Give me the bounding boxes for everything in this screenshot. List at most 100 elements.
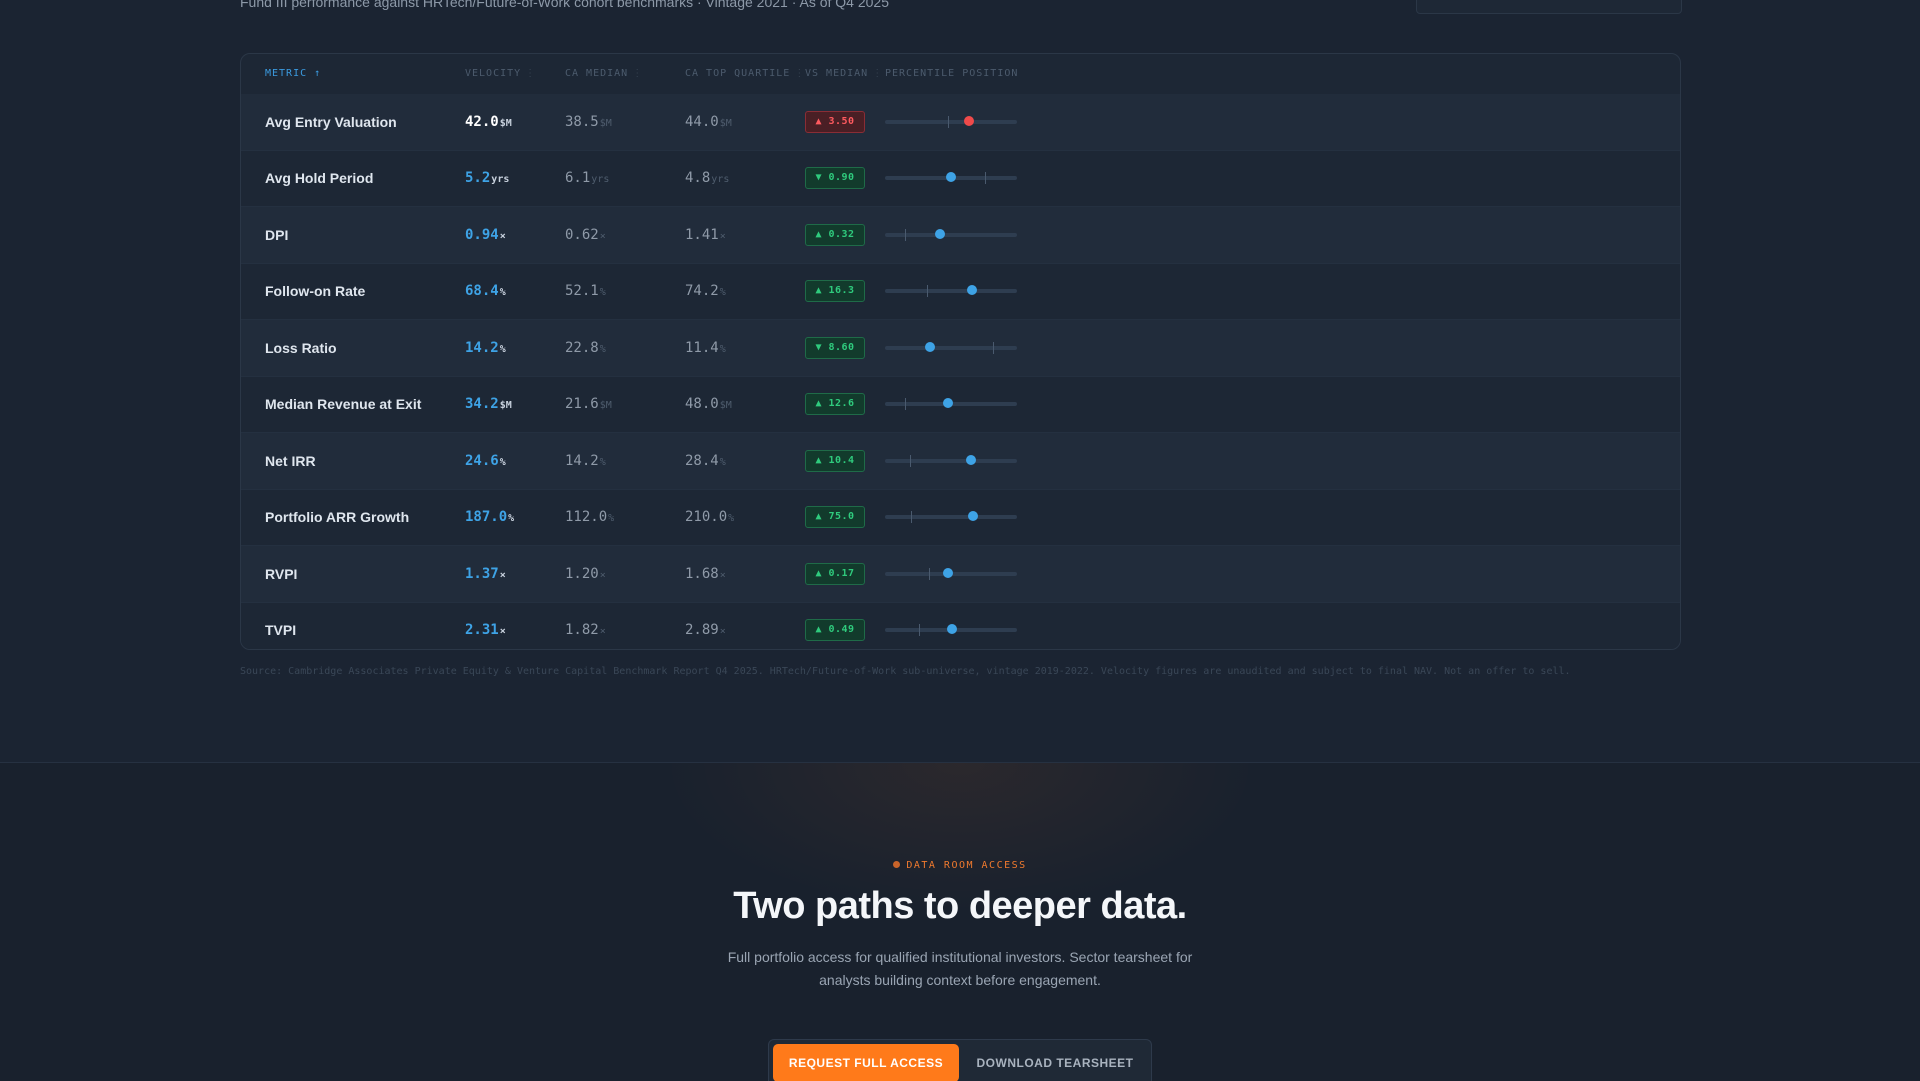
dot-icon <box>893 861 901 868</box>
median-marker <box>927 285 928 298</box>
delta-badge: ▲ 0.17 <box>805 562 865 585</box>
metric-name: Median Revenue at Exit <box>265 396 422 413</box>
vs-median-cell: ▲ 0.49 <box>805 619 865 642</box>
ca-median-value: 1.20× <box>565 565 606 582</box>
median-marker <box>910 454 911 467</box>
fund-position-dot <box>943 398 953 409</box>
column-header-metric[interactable]: METRIC ↑ <box>265 68 321 79</box>
source-note: Source: Cambridge Associates Private Equ… <box>240 666 1571 677</box>
table-row[interactable]: RVPI 1.37× 1.20× 1.68× ▲ 0.17 <box>241 546 1680 603</box>
benchmark-section: Fund III performance against HRTech/Futu… <box>0 0 1920 762</box>
velocity-value: 42.0$M <box>465 113 512 130</box>
ca-median-value: 21.6$M <box>565 396 612 413</box>
delta-badge: ▲ 0.49 <box>805 619 865 642</box>
percentile-track <box>885 289 1017 294</box>
velocity-value: 24.6% <box>465 452 506 469</box>
vs-median-cell: ▲ 10.4 <box>805 449 865 472</box>
table-body: Avg Entry Valuation 42.0$M 38.5$M 44.0$M ▲ 3… <box>241 94 1680 649</box>
ca-median-value: 38.5$M <box>565 113 612 130</box>
ca-median-value: 22.8% <box>565 339 606 356</box>
median-marker <box>905 398 906 411</box>
vs-median-cell: ▲ 16.3 <box>805 280 865 303</box>
table-row[interactable]: DPI 0.94× 0.62× 1.41× ▲ 0.32 <box>241 207 1680 264</box>
percentile-track <box>885 119 1017 124</box>
ca-median-value: 14.2% <box>565 452 606 469</box>
download-tearsheet-button[interactable]: DOWNLOAD TEARSHEET <box>963 1044 1147 1081</box>
metric-name: Net IRR <box>265 452 316 469</box>
metric-name: Portfolio ARR Growth <box>265 509 410 526</box>
delta-badge: ▲ 12.6 <box>805 393 865 416</box>
request-full-access-button[interactable]: REQUEST FULL ACCESS <box>773 1044 959 1081</box>
ca-top-quartile-value: 48.0$M <box>685 396 732 413</box>
ca-median-value: 0.62× <box>565 226 606 243</box>
fund-position-dot <box>943 567 953 578</box>
table-row[interactable]: Follow-on Rate 68.4% 52.1% 74.2% ▲ 16.3 <box>241 263 1680 320</box>
delta-badge: ▲ 16.3 <box>805 280 865 303</box>
median-marker <box>905 228 906 241</box>
vs-median-cell: ▼ 0.90 <box>805 167 865 190</box>
velocity-value: 14.2% <box>465 339 506 356</box>
median-marker <box>911 511 912 524</box>
delta-badge: ▼ 0.90 <box>805 167 865 190</box>
vs-median-cell: ▲ 3.50 <box>805 110 865 133</box>
column-header-ca-median[interactable]: CA MEDIAN ⋮ <box>565 68 643 79</box>
table-header: METRIC ↑ VELOCITY ⋮ CA MEDIAN ⋮ CA TOP QUA… <box>241 54 1680 95</box>
table-row[interactable]: Loss Ratio 14.2% 22.8% 11.4% ▼ 8.60 <box>241 320 1680 377</box>
table-row[interactable]: Avg Hold Period 5.2yrs 6.1yrs 4.8yrs ▼ 0.90 <box>241 150 1680 207</box>
ca-top-quartile-value: 2.89× <box>685 622 726 639</box>
table-row[interactable]: Net IRR 24.6% 14.2% 28.4% ▲ 10.4 <box>241 433 1680 490</box>
delta-badge: ▼ 8.60 <box>805 336 865 359</box>
percentile-position-bar <box>885 454 1017 468</box>
fund-position-dot <box>966 454 976 465</box>
median-marker <box>993 341 994 354</box>
metric-name: RVPI <box>265 565 298 582</box>
fund-position-dot <box>947 624 957 635</box>
percentile-position-bar <box>885 228 1017 242</box>
metric-name: Loss Ratio <box>265 339 337 356</box>
column-header-vs-median[interactable]: VS MEDIAN ⋮ <box>805 68 883 79</box>
cta-button-group: REQUEST FULL ACCESS DOWNLOAD TEARSHEET <box>768 1039 1152 1081</box>
percentile-position-bar <box>885 510 1017 524</box>
fund-position-dot <box>968 511 978 522</box>
metric-name: Follow-on Rate <box>265 283 366 300</box>
table-row[interactable]: Portfolio ARR Growth 187.0% 112.0% 210.0% ▲ … <box>241 489 1680 546</box>
ca-median-value: 6.1yrs <box>565 170 610 187</box>
delta-badge: ▲ 10.4 <box>805 449 865 472</box>
top-right-control[interactable] <box>1416 0 1682 14</box>
fund-position-dot <box>964 115 974 126</box>
table-row[interactable]: Avg Entry Valuation 42.0$M 38.5$M 44.0$M ▲ 3… <box>241 94 1680 151</box>
metric-name: Avg Hold Period <box>265 170 374 187</box>
vs-median-cell: ▲ 0.32 <box>805 223 865 246</box>
percentile-position-bar <box>885 623 1017 637</box>
ca-top-quartile-value: 11.4% <box>685 339 726 356</box>
ca-top-quartile-value: 1.41× <box>685 226 726 243</box>
vs-median-cell: ▲ 12.6 <box>805 393 865 416</box>
metric-name: DPI <box>265 226 289 243</box>
fund-position-dot <box>935 228 945 239</box>
velocity-value: 1.37× <box>465 565 506 582</box>
column-header-ca-top-quartile[interactable]: CA TOP QUARTILE ⋮ <box>685 68 805 79</box>
ca-median-value: 52.1% <box>565 283 606 300</box>
page-subtitle: Fund III performance against HRTech/Futu… <box>240 0 889 10</box>
cta-title: Two paths to deeper data. <box>733 885 1187 927</box>
table-row[interactable]: TVPI 2.31× 1.82× 2.89× ▲ 0.49 <box>241 602 1680 649</box>
data-room-cta: DATA ROOM ACCESS Two paths to deeper dat… <box>0 762 1920 1081</box>
median-marker <box>919 624 920 637</box>
table-row[interactable]: Median Revenue at Exit 34.2$M 21.6$M 48.0$M… <box>241 376 1680 433</box>
percentile-track <box>885 515 1017 520</box>
ca-median-value: 1.82× <box>565 622 606 639</box>
fund-position-dot <box>967 285 977 296</box>
median-marker <box>948 115 949 128</box>
ca-top-quartile-value: 4.8yrs <box>685 170 730 187</box>
delta-badge: ▲ 75.0 <box>805 506 865 529</box>
percentile-position-bar <box>885 397 1017 411</box>
percentile-position-bar <box>885 567 1017 581</box>
vs-median-cell: ▼ 8.60 <box>805 336 865 359</box>
column-header-velocity[interactable]: VELOCITY ⋮ <box>465 68 536 79</box>
ca-top-quartile-value: 28.4% <box>685 452 726 469</box>
median-marker <box>985 172 986 185</box>
metric-name: TVPI <box>265 622 297 639</box>
delta-badge: ▲ 0.32 <box>805 223 865 246</box>
ca-top-quartile-value: 44.0$M <box>685 113 732 130</box>
delta-badge: ▲ 3.50 <box>805 110 865 133</box>
